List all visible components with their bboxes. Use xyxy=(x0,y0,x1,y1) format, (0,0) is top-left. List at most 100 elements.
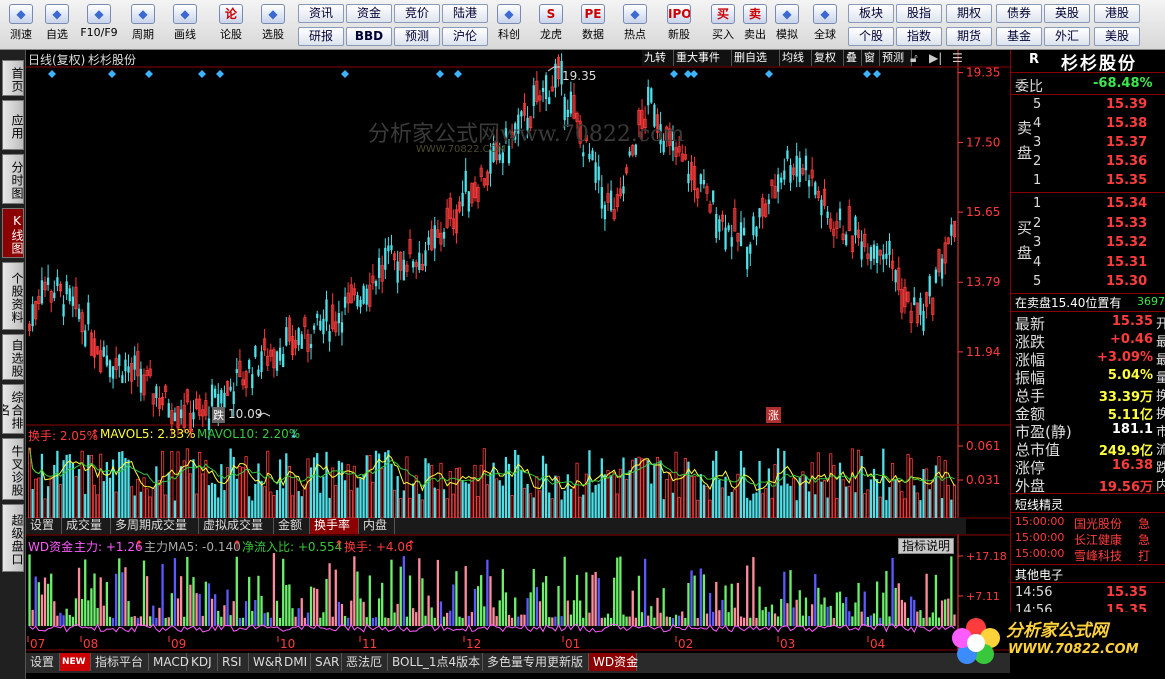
sub-tab-5[interactable]: 换手率 xyxy=(310,518,359,534)
toolbar-btn-buttons_row2-2[interactable]: 预测 xyxy=(394,27,440,46)
nav-5[interactable]: 自选股 xyxy=(2,334,24,380)
bid-price[interactable]: 15.32 xyxy=(1106,235,1147,250)
bid-price[interactable]: 15.31 xyxy=(1106,255,1147,270)
event-diamond-icon[interactable] xyxy=(216,70,224,78)
event-diamond-icon[interactable] xyxy=(670,70,678,78)
toolbar-btn-buttons_right2-0[interactable]: 个股 xyxy=(848,27,894,46)
bottom-tab-5[interactable]: RSI xyxy=(218,653,249,671)
bottom-tab-2[interactable]: 指标平台 xyxy=(91,653,149,671)
toolbar-btn-buttons_row2-3[interactable]: 沪伦 xyxy=(442,27,488,46)
menu-icon[interactable]: ☰ xyxy=(952,51,963,65)
toolbar-select-button[interactable]: ◆ 选股 xyxy=(254,2,292,46)
toolbar-data-button[interactable]: PE 数据 xyxy=(574,2,612,46)
toolbar-chart-button[interactable]: ◆ 科创 xyxy=(490,2,528,46)
bottom-tab-0[interactable]: 设置 xyxy=(26,653,60,671)
kline-chart-area[interactable]: 19.35 17.50 15.65 13.79 11.94 0.061 0.031 +17.1… xyxy=(26,50,1010,679)
sub-tab-6[interactable]: 内盘 xyxy=(359,518,395,534)
bottom-tab-6[interactable]: W&R xyxy=(249,653,283,671)
event-diamond-icon[interactable] xyxy=(690,70,698,78)
toolbar-dragon-button[interactable]: S 龙虎 xyxy=(532,2,570,46)
toolbar-btn-buttons_right1-1[interactable]: 股指 xyxy=(896,4,942,23)
event-diamond-icon[interactable] xyxy=(48,70,56,78)
toolbar-btn-buttons_right1-5[interactable]: 港股 xyxy=(1094,4,1140,23)
toolbar-btn-buttons_right1-2[interactable]: 期权 xyxy=(946,4,992,23)
ask-price[interactable]: 15.37 xyxy=(1106,135,1147,150)
nav-4[interactable]: 个股资料 xyxy=(2,262,24,330)
toolbar-btn-buttons_row2-1[interactable]: BBD xyxy=(346,27,392,46)
nav-2[interactable]: 分时图 xyxy=(2,154,24,204)
sub-tab-2[interactable]: 多周期成交量 xyxy=(111,518,199,534)
bottom-tab-3[interactable]: MACD xyxy=(149,653,189,671)
bottom-tab-1[interactable]: NEW xyxy=(60,653,91,671)
toolbar-btn-buttons_right2-3[interactable]: 基金 xyxy=(996,27,1042,46)
header-tab-2[interactable]: 删自选 xyxy=(732,50,780,66)
event-diamond-icon[interactable] xyxy=(873,70,881,78)
nav-3[interactable]: K线图 xyxy=(2,208,24,258)
toolbar-globe-button[interactable]: ◆ 全球 xyxy=(806,2,844,46)
event-diamond-icon[interactable] xyxy=(108,70,116,78)
event-diamond-icon[interactable] xyxy=(436,70,444,78)
toolbar-btn-buttons_row1-0[interactable]: 资讯 xyxy=(298,4,344,23)
nav-8[interactable]: 超级盘口 xyxy=(2,504,24,572)
toolbar-btn-buttons_row1-3[interactable]: 陆港 xyxy=(442,4,488,23)
bottom-tab-10[interactable]: BOLL_1点4版本 xyxy=(388,653,483,671)
ask-price[interactable]: 15.39 xyxy=(1106,97,1147,112)
ask-price[interactable]: 15.36 xyxy=(1106,154,1147,169)
toolbar-btn-buttons_right2-1[interactable]: 指数 xyxy=(896,27,942,46)
event-diamond-icon[interactable] xyxy=(765,70,773,78)
bottom-tab-12[interactable]: WD资金 xyxy=(589,653,638,671)
bottom-tab-8[interactable]: SAR xyxy=(311,653,342,671)
sub-tab-3[interactable]: 虚拟成交量 xyxy=(199,518,274,534)
toolbar-ipo-button[interactable]: IPO 新股 xyxy=(660,2,698,46)
arrow-right-icon[interactable]: ▶| xyxy=(929,51,942,65)
nav-0[interactable]: 首页 xyxy=(2,60,24,96)
sub-tab-1[interactable]: 成交量 xyxy=(62,518,111,534)
bid-price[interactable]: 15.30 xyxy=(1106,274,1147,289)
toolbar-btn-buttons_right1-4[interactable]: 英股 xyxy=(1044,4,1090,23)
toolbar-btn-buttons_right1-0[interactable]: 板块 xyxy=(848,4,894,23)
bottom-tab-7[interactable]: DMI xyxy=(280,653,311,671)
ask-price[interactable]: 15.35 xyxy=(1106,173,1147,188)
spirit-name[interactable]: 长江健康 xyxy=(1074,531,1122,548)
toolbar-clock-button[interactable]: ◆ 周期 xyxy=(124,2,162,46)
event-diamond-icon[interactable] xyxy=(863,70,871,78)
bottom-tab-4[interactable]: KDJ xyxy=(187,653,218,671)
header-tab-4[interactable]: 复权 xyxy=(812,50,844,66)
toolbar-btn-buttons_row1-1[interactable]: 资金 xyxy=(346,4,392,23)
bottom-tab-11[interactable]: 多色量专用更新版 xyxy=(483,653,589,671)
toolbar-fire-button[interactable]: ◆ 热点 xyxy=(616,2,654,46)
header-tab-6[interactable]: 窗 xyxy=(862,50,880,66)
toolbar-btn-buttons_right2-4[interactable]: 外汇 xyxy=(1044,27,1090,46)
event-diamond-icon[interactable] xyxy=(454,70,462,78)
toolbar-star-button[interactable]: ◆ 自选 xyxy=(38,2,76,46)
toolbar-btn-buttons_row1-2[interactable]: 竞价 xyxy=(394,4,440,23)
toolbar-discuss-button[interactable]: 论论股 xyxy=(212,2,250,46)
event-diamond-icon[interactable] xyxy=(341,70,349,78)
bid-price[interactable]: 15.33 xyxy=(1106,216,1147,231)
sub-tab-0[interactable]: 设置 xyxy=(26,518,62,534)
lock-icon[interactable]: 🔓︎ xyxy=(910,51,918,66)
toolbar-hammer-button[interactable]: ◆ 模拟 xyxy=(768,2,806,46)
header-tab-7[interactable]: 预测 xyxy=(880,50,912,66)
toolbar-pen-button[interactable]: ◆ 画线 xyxy=(166,2,204,46)
toolbar-btn-buttons_right2-2[interactable]: 期货 xyxy=(946,27,992,46)
toolbar-btn-buttons_right2-5[interactable]: 美股 xyxy=(1094,27,1140,46)
nav-7[interactable]: 牛叉诊股 xyxy=(2,438,24,500)
header-tab-3[interactable]: 均线 xyxy=(780,50,812,66)
wd-help-button[interactable]: 指标说明 xyxy=(898,538,955,554)
spirit-name[interactable]: 国光股份 xyxy=(1074,515,1122,532)
ask-price[interactable]: 15.38 xyxy=(1106,116,1147,131)
bottom-tab-9[interactable]: 恶法厄 xyxy=(342,653,388,671)
event-diamond-icon[interactable] xyxy=(145,70,153,78)
bid-price[interactable]: 15.34 xyxy=(1106,196,1147,211)
spirit-name[interactable]: 雪峰科技 xyxy=(1074,547,1122,564)
toolbar-btn-buttons_row2-0[interactable]: 研报 xyxy=(298,27,344,46)
header-tab-0[interactable]: 九转 xyxy=(642,50,674,66)
nav-6[interactable]: 综合排名 xyxy=(2,384,24,434)
toolbar-info-button[interactable]: ◆ F10/F9 xyxy=(80,2,118,46)
sub-tab-4[interactable]: 金额 xyxy=(274,518,310,534)
header-tab-1[interactable]: 重大事件 xyxy=(674,50,732,66)
event-diamond-icon[interactable] xyxy=(198,70,206,78)
toolbar-btn-buttons_right1-3[interactable]: 债券 xyxy=(996,4,1042,23)
toolbar-speed-button[interactable]: ◆ 测速 xyxy=(2,2,40,46)
